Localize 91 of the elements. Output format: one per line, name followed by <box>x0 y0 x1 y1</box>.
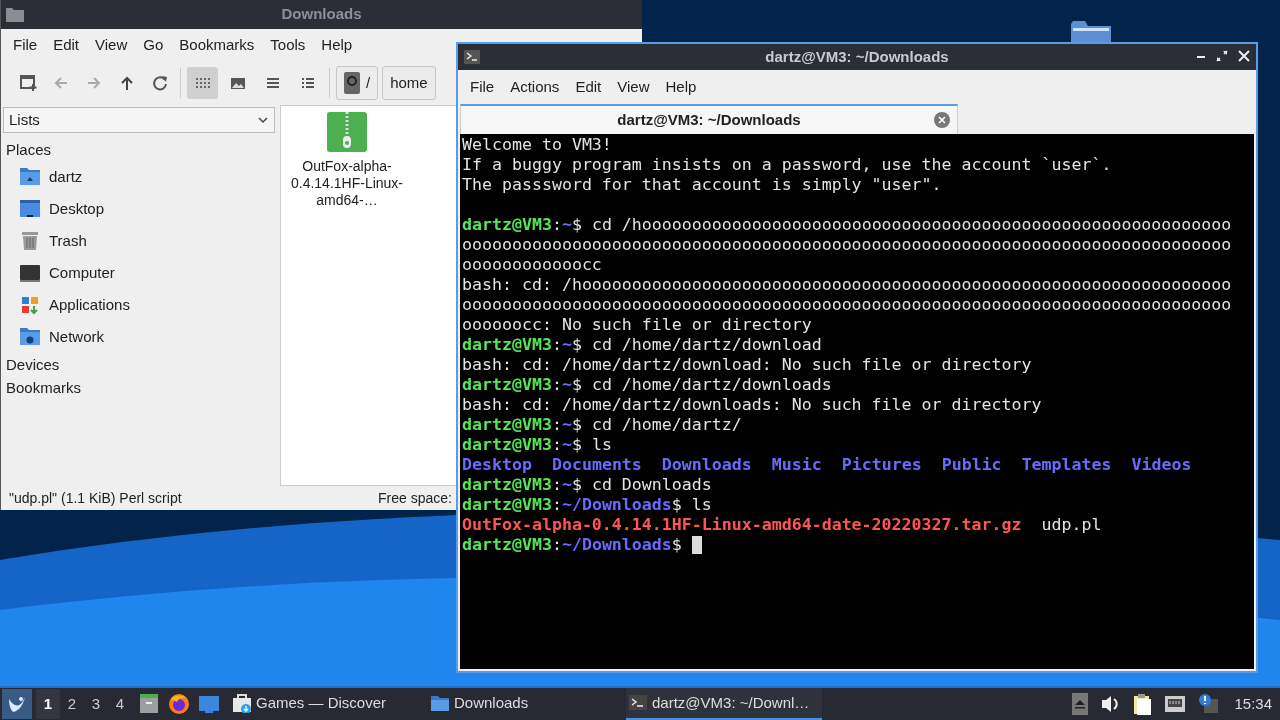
network-icon <box>19 326 41 348</box>
terminal-line: bash: cd: /home/dartz/download: No such file or directory <box>462 355 1032 375</box>
details-view-icon <box>299 75 316 91</box>
terminal-line: Welcome to VM3! <box>462 135 612 155</box>
menu-item[interactable]: File <box>5 33 46 57</box>
terminal-line: oooooooooooocc <box>462 255 602 275</box>
terminal-line: If a buggy program insists on a password, use the account `user`. <box>462 155 1112 175</box>
menu-item[interactable]: File <box>462 75 503 99</box>
terminal-line: ooooooooooooooooooooooooooooooooooooooooooooooooooooooooooooooooooooooooooooo <box>462 235 1232 255</box>
terminal-icon <box>464 50 480 64</box>
terminal-line: dartz@VM3:~$ cd /hooooooooooooooooooooooooooooooooooooooooooooooooooooooooooo <box>462 215 1232 235</box>
place-item[interactable]: Desktop <box>1 193 277 225</box>
menu-item[interactable]: Go <box>135 33 172 57</box>
folder-icon <box>1070 20 1112 44</box>
clock[interactable]: 15:34 <box>1234 692 1272 716</box>
menu-item[interactable]: Edit <box>567 75 610 99</box>
workspace-button[interactable]: 3 <box>84 689 108 719</box>
place-item[interactable]: dartz <box>1 161 277 193</box>
terminal-line: dartz@VM3:~$ cd Downloads <box>462 475 712 495</box>
terminal-line: dartz@VM3:~$ ls <box>462 435 612 455</box>
terminal-line: oooooocc: No such file or directory <box>462 315 812 335</box>
menu-item[interactable]: Help <box>313 33 361 57</box>
reload-icon[interactable] <box>151 74 169 92</box>
section-header: Places <box>5 140 53 160</box>
workspace-button[interactable]: 1 <box>36 689 60 719</box>
place-item[interactable]: Computer <box>1 257 277 289</box>
globe-fox-icon[interactable] <box>168 693 190 715</box>
place-item[interactable]: Trash <box>1 225 277 257</box>
clipboard-icon[interactable] <box>1132 693 1153 715</box>
volume-icon[interactable] <box>1100 693 1121 715</box>
dropdown-value: Lists <box>9 109 40 130</box>
thumbnails-view-icon <box>229 75 246 91</box>
status-text: "udp.pl" (1.1 KiB) Perl script <box>9 488 182 508</box>
menu-item[interactable]: View <box>609 75 658 99</box>
path-button[interactable]: / <box>336 66 379 100</box>
chevron-down-icon <box>257 115 269 125</box>
close-icon[interactable] <box>1238 50 1250 62</box>
taskbar-task[interactable]: dartz@VM3: ~/Downl… <box>626 688 822 720</box>
eject-icon[interactable] <box>1072 693 1089 715</box>
menu-item[interactable]: Actions <box>502 75 568 99</box>
file-cabinet-icon[interactable] <box>138 693 160 715</box>
menu-item[interactable]: Bookmarks <box>171 33 263 57</box>
applications-icon <box>19 294 41 316</box>
store-icon <box>232 693 252 713</box>
section-header: Devices <box>5 355 61 375</box>
terminal-line: ooooooooooooooooooooooooooooooooooooooooooooooooooooooooooooooooooooooooooooo <box>462 295 1232 315</box>
workspace-button[interactable]: 2 <box>60 689 84 719</box>
icons-view-icon <box>194 75 211 91</box>
file-name[interactable]: OutFox-alpha-0.4.14.1HF-Linux-amd64-… <box>289 158 405 209</box>
terminal-tab[interactable]: dartz@VM3: ~/Downloads <box>460 104 958 134</box>
compact-view-icon <box>264 75 281 91</box>
terminal-line: dartz@VM3:~$ cd /home/dartz/download <box>462 335 822 355</box>
monitor-icon[interactable] <box>198 693 220 715</box>
folder-icon <box>430 693 450 713</box>
menu-item[interactable]: View <box>87 33 136 57</box>
drive-icon <box>344 72 360 94</box>
terminal-line: The passsword for that account is simply "user". <box>462 175 942 195</box>
free-space-label: Free space: <box>378 488 452 508</box>
terminal-line: dartz@VM3:~/Downloads$ <box>462 535 683 555</box>
taskbar-task[interactable]: Games — Discover <box>230 688 426 720</box>
menu-item[interactable]: Edit <box>45 33 88 57</box>
window-title: Downloads <box>281 4 362 25</box>
folder-icon <box>5 5 25 23</box>
side-pane-dropdown[interactable]: Lists <box>3 107 275 133</box>
notification-icon[interactable] <box>1198 693 1219 715</box>
terminal-line: dartz@VM3:~/Downloads$ ls <box>462 495 712 515</box>
terminal-line: dartz@VM3:~$ cd /home/dartz/ <box>462 415 742 435</box>
path-button[interactable]: home <box>382 66 436 100</box>
window-title: dartz@VM3: ~/Downloads <box>765 46 949 67</box>
terminal-line: dartz@VM3:~$ cd /home/dartz/downloads <box>462 375 832 395</box>
terminal-icon <box>628 693 648 713</box>
terminal-line: OutFox-alpha-0.4.14.1HF-Linux-amd64-date-20220327.tar.gz udp.pl <box>462 515 1102 535</box>
menu-item[interactable]: Help <box>657 75 705 99</box>
terminal-line: Desktop Documents Downloads Music Pictures Public Templates Videos <box>462 455 1192 475</box>
trash-icon <box>19 230 41 252</box>
desktop-icon <box>19 198 41 220</box>
workspace-button[interactable]: 4 <box>108 689 132 719</box>
taskbar-task[interactable]: Downloads <box>428 688 624 720</box>
new-window-icon[interactable] <box>19 74 37 92</box>
maximize-icon[interactable] <box>1216 50 1228 62</box>
place-item[interactable]: Applications <box>1 289 277 321</box>
terminal-line: bash: cd: /hooooooooooooooooooooooooooooooooooooooooooooooooooooooooooooooooo <box>462 275 1232 295</box>
computer-icon <box>19 262 41 284</box>
terminal-line: bash: cd: /home/dartz/downloads: No such file or directory <box>462 395 1042 415</box>
home-icon <box>19 166 41 188</box>
place-item[interactable]: Network <box>1 321 277 353</box>
start-menu-button[interactable] <box>2 689 32 719</box>
ethernet-icon[interactable] <box>1164 693 1187 715</box>
view-mode-button[interactable] <box>187 67 218 99</box>
section-header: Bookmarks <box>5 378 83 398</box>
menu-item[interactable]: Tools <box>262 33 314 57</box>
